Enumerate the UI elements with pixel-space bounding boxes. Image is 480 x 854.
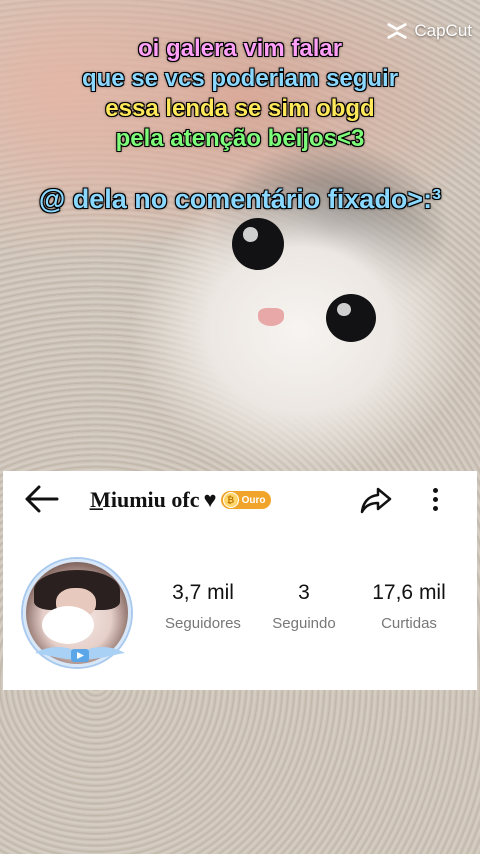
following-count: 3 xyxy=(298,581,310,604)
tier-badge-label: Ouro xyxy=(241,494,266,506)
back-arrow-icon[interactable] xyxy=(23,484,59,514)
overlay-mention-line: @ dela no comentário fixado>:³ xyxy=(38,184,442,214)
profile-title: ㅡ͟Miumiu ofc ♥ ₿ Ouro xyxy=(73,487,272,513)
kitten-right-eye xyxy=(326,294,376,342)
likes-label: Curtidas xyxy=(381,615,437,632)
following-stat[interactable]: 3 Seguindo xyxy=(265,581,343,632)
more-vertical-icon[interactable] xyxy=(427,485,443,515)
avatar-frame-wings-icon xyxy=(35,647,125,662)
overlay-line-1: oi galera vim falar xyxy=(137,35,343,62)
tier-badge: ₿ Ouro xyxy=(220,491,272,509)
followers-label: Seguidores xyxy=(165,615,241,632)
overlay-caption: oi galera vim falar que se vcs poderiam … xyxy=(0,34,480,154)
gold-coin-icon: ₿ xyxy=(222,492,239,508)
followers-count: 3,7 mil xyxy=(172,581,234,604)
following-label: Seguindo xyxy=(272,615,336,632)
profile-name: ㅡ͟Miumiu ofc xyxy=(73,487,200,512)
heart-icon: ♥ xyxy=(203,487,217,512)
profile-card: ㅡ͟Miumiu ofc ♥ ₿ Ouro 3,7 mil Seguidores… xyxy=(3,471,477,690)
profile-top-bar: ㅡ͟Miumiu ofc ♥ ₿ Ouro xyxy=(3,471,477,529)
share-icon[interactable] xyxy=(359,485,393,515)
overlay-line-3: essa lenda se sim obgd xyxy=(105,95,375,122)
overlay-line-4: pela atenção beijos<3 xyxy=(115,125,365,152)
overlay-line-2: que se vcs poderiam seguir xyxy=(81,65,399,92)
followers-stat[interactable]: 3,7 mil Seguidores xyxy=(153,581,253,632)
likes-stat[interactable]: 17,6 mil Curtidas xyxy=(353,581,465,632)
kitten-left-eye xyxy=(232,218,284,270)
likes-count: 17,6 mil xyxy=(372,581,446,604)
kitten-nose xyxy=(258,308,284,326)
